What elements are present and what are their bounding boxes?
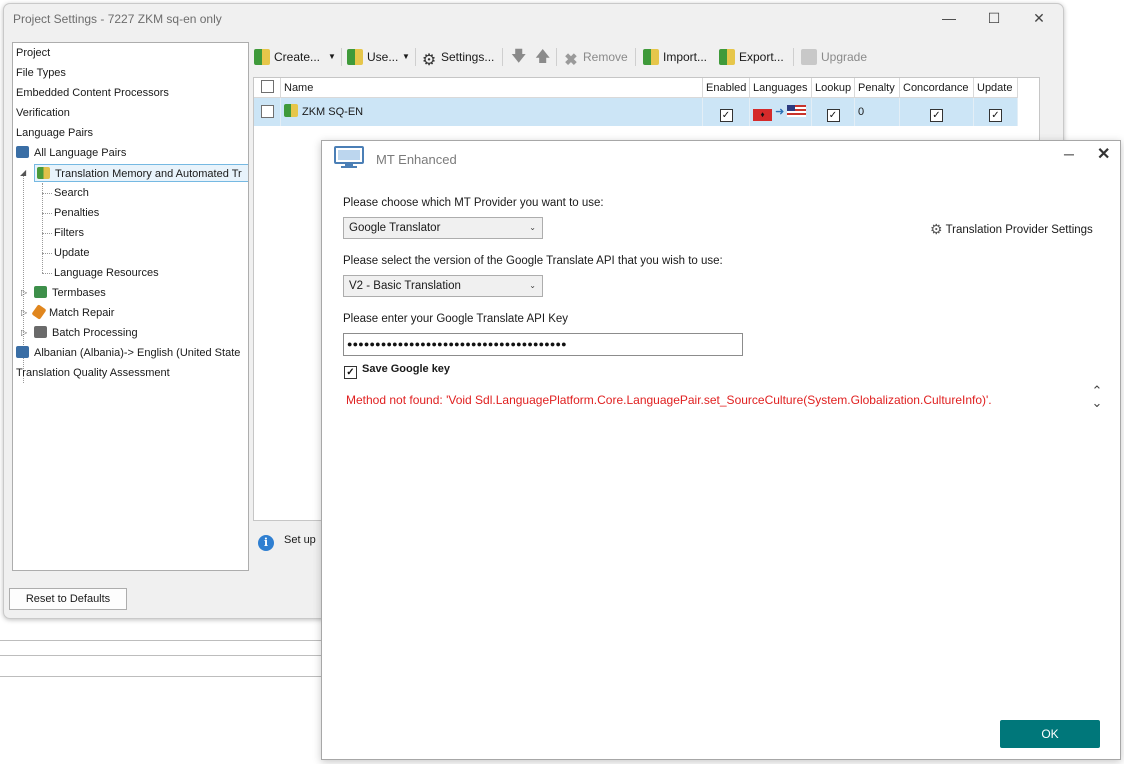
ok-button[interactable]: OK [1000, 720, 1100, 748]
tree-item-file-types[interactable]: File Types [16, 64, 66, 82]
close-icon[interactable]: ✕ [1031, 10, 1047, 26]
row-penalty[interactable]: 0 [855, 98, 900, 126]
tree-item-batch-processing[interactable]: Batch Processing [34, 324, 138, 342]
header-penalty[interactable]: Penalty [855, 78, 900, 98]
move-up-icon[interactable]: 🡅 [535, 44, 550, 70]
import-button[interactable]: Import... [643, 44, 707, 70]
termbase-icon [34, 286, 47, 298]
tree-item-all-language-pairs[interactable]: All Language Pairs [16, 144, 126, 162]
expand-icon[interactable]: ▷ [21, 304, 29, 322]
expand-icon[interactable]: ▷ [21, 324, 29, 342]
window-title: Project Settings - 7227 ZKM sq-en only [13, 12, 222, 26]
header-name[interactable]: Name [281, 78, 703, 98]
use-icon [347, 49, 363, 65]
row-update-checkbox[interactable]: ✓ [974, 98, 1018, 126]
tree-item-albanian-english[interactable]: Albanian (Albania)-> English (United Sta… [16, 344, 240, 362]
chevron-down-icon[interactable]: ⌄ [1089, 396, 1105, 409]
import-icon [643, 49, 659, 65]
translation-memory-icon [284, 104, 298, 117]
row-concordance-checkbox[interactable]: ✓ [900, 98, 974, 126]
settings-tree: Project File Types Embedded Content Proc… [12, 42, 249, 571]
upgrade-button[interactable]: Upgrade [801, 44, 867, 70]
create-dropdown-icon[interactable]: ▼ [328, 44, 336, 70]
arrow-right-icon: ➜ [775, 106, 785, 118]
close-icon[interactable]: ✕ [1097, 144, 1110, 164]
api-key-label: Please enter your Google Translate API K… [343, 313, 569, 325]
gear-icon: ⚙ [930, 221, 943, 237]
tree-item-filters[interactable]: Filters [54, 224, 84, 242]
scroll-spinner[interactable]: ⌃ ⌄ [1089, 384, 1105, 411]
api-version-select[interactable]: V2 - Basic Translation ⌄ [343, 275, 543, 297]
tree-item-termbases[interactable]: Termbases [34, 284, 106, 302]
header-enabled[interactable]: Enabled [703, 78, 750, 98]
header-languages[interactable]: Languages [750, 78, 812, 98]
tree-item-embedded-content[interactable]: Embedded Content Processors [16, 84, 169, 102]
header-lookup[interactable]: Lookup [812, 78, 855, 98]
save-key-checkbox[interactable]: ✓ Save Google key [344, 363, 450, 379]
chevron-down-icon: ⌄ [529, 223, 536, 232]
api-key-input[interactable]: ●●●●●●●●●●●●●●●●●●●●●●●●●●●●●●●●●●●●●●● [343, 333, 743, 356]
tree-item-match-repair[interactable]: Match Repair [31, 304, 114, 322]
table-row[interactable]: ZKM SQ-EN ✓ ♦ ➜ ✓ 0 ✓ ✓ [254, 98, 1018, 126]
reset-to-defaults-button[interactable]: Reset to Defaults [9, 588, 127, 610]
settings-button[interactable]: ⚙ Settings... [421, 44, 495, 70]
row-languages: ♦ ➜ [750, 98, 812, 126]
tree-item-translation-memory[interactable]: Translation Memory and Automated Tr [34, 164, 248, 182]
gear-icon: ⚙ [421, 52, 437, 69]
mt-enhanced-dialog: MT Enhanced ─ ✕ Please choose which MT P… [321, 140, 1121, 760]
use-button[interactable]: Use... [347, 44, 398, 70]
header-update[interactable]: Update [974, 78, 1018, 98]
create-button[interactable]: Create... [254, 44, 320, 70]
collapse-icon[interactable]: ◢ [20, 164, 28, 182]
us-flag-icon [787, 105, 807, 117]
maximize-icon[interactable]: ☐ [986, 10, 1002, 26]
remove-icon: ✖ [564, 52, 578, 69]
select-all-checkbox[interactable] [254, 78, 281, 98]
mt-enhanced-logo-icon [334, 146, 364, 168]
chevron-down-icon: ⌄ [529, 281, 536, 290]
header-concordance[interactable]: Concordance [900, 78, 974, 98]
tree-item-language-resources[interactable]: Language Resources [54, 264, 159, 282]
row-enabled-checkbox[interactable]: ✓ [703, 98, 750, 126]
info-row: i Set up [258, 530, 316, 551]
language-pair-icon [16, 346, 29, 358]
albanian-flag-icon: ♦ [753, 109, 772, 121]
row-name: ZKM SQ-EN [281, 98, 703, 126]
toolbar: Create... ▼ Use... ▼ ⚙ Settings... 🡇 🡅 ✖ R… [252, 44, 892, 70]
upgrade-icon [801, 49, 817, 65]
minimize-icon[interactable]: — [941, 10, 957, 26]
create-icon [254, 49, 270, 65]
tree-item-penalties[interactable]: Penalties [54, 204, 99, 222]
tree-item-verification[interactable]: Verification [16, 104, 70, 122]
language-pair-icon [16, 146, 29, 158]
remove-button[interactable]: ✖ Remove [563, 44, 627, 70]
tree-item-language-pairs[interactable]: Language Pairs [16, 124, 93, 142]
export-button[interactable]: Export... [719, 44, 784, 70]
row-select-checkbox[interactable] [254, 98, 281, 126]
provider-settings-link[interactable]: ⚙ Translation Provider Settings [930, 221, 1093, 238]
tree-item-update[interactable]: Update [54, 244, 89, 262]
row-lookup-checkbox[interactable]: ✓ [812, 98, 855, 126]
use-dropdown-icon[interactable]: ▼ [402, 44, 410, 70]
minimize-icon[interactable]: ─ [1064, 146, 1074, 162]
translation-memory-icon [37, 167, 50, 179]
provider-select[interactable]: Google Translator ⌄ [343, 217, 543, 239]
move-down-icon[interactable]: 🡇 [511, 44, 526, 70]
tree-item-tqa[interactable]: Translation Quality Assessment [16, 364, 170, 382]
export-icon [719, 49, 735, 65]
wrench-icon [31, 304, 47, 320]
expand-icon[interactable]: ▷ [21, 284, 29, 302]
batch-processing-icon [34, 326, 47, 338]
api-version-label: Please select the version of the Google … [343, 255, 723, 267]
provider-label: Please choose which MT Provider you want… [343, 197, 604, 209]
tree-item-search[interactable]: Search [54, 184, 89, 202]
info-icon: i [258, 535, 274, 551]
tree-item-project[interactable]: Project [16, 44, 50, 62]
dialog-title: MT Enhanced [376, 152, 457, 167]
error-message: Method not found: 'Void Sdl.LanguagePlat… [346, 393, 992, 407]
